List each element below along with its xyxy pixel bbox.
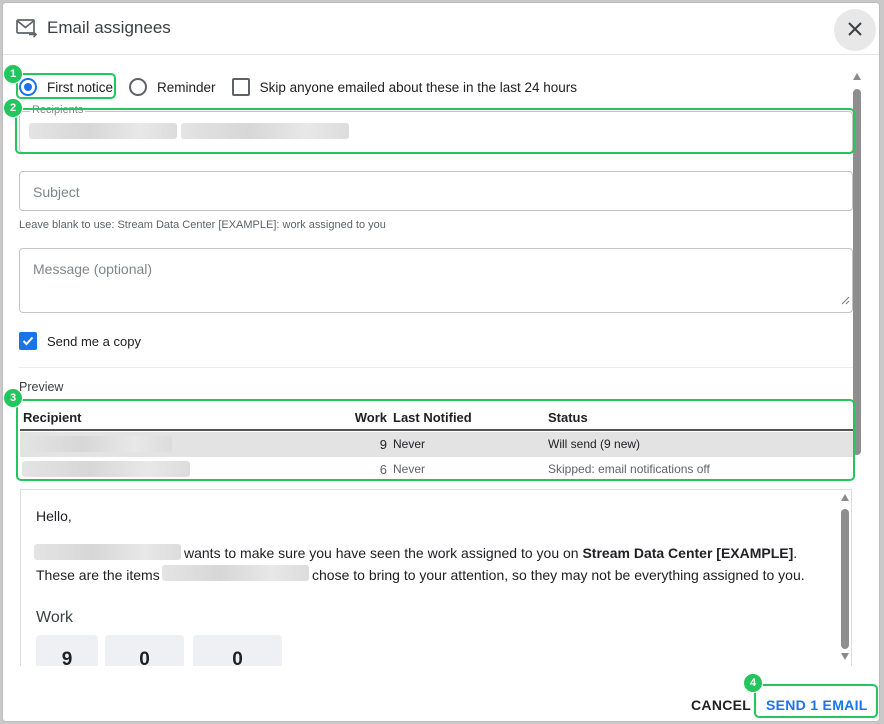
annotation-badge: 4 [743,673,763,693]
email-line1-text: wants to make sure you have seen the wor… [184,545,579,561]
close-button[interactable] [834,9,876,51]
skip-recent-label: Skip anyone emailed about these in the l… [259,79,578,95]
sender-name [162,565,309,581]
recipient-name [22,461,190,477]
status: Will send (9 new) [548,437,641,451]
send-email-button[interactable]: SEND 1 EMAIL [760,696,874,714]
scroll-up-icon[interactable] [841,494,849,501]
work-heading: Work [36,609,74,626]
subject-field[interactable]: Subject [19,171,853,211]
recipient-chip[interactable] [29,123,177,139]
cancel-button[interactable]: CANCEL [685,696,757,714]
table-row[interactable]: 9 Never Will send (9 new) [20,432,854,457]
work-count: 9 [379,437,387,452]
message-field[interactable]: Message (optional) [19,248,853,313]
message-placeholder: Message (optional) [33,261,153,277]
email-preview-scrollbar[interactable] [839,491,851,663]
reminder-label: Reminder [157,79,216,95]
status: Skipped: email notifications off [548,462,710,476]
scroll-up-icon[interactable] [853,73,861,80]
scroll-thumb[interactable] [841,509,849,649]
email-line2-end: chose to bring to your attention, so the… [312,567,805,583]
last-notified: Never [393,437,426,451]
mail-forward-icon [16,18,38,43]
divider [19,367,853,368]
close-icon [847,21,863,40]
recipient-name [22,436,172,452]
notice-options: First notice Reminder Skip anyone emaile… [19,75,593,99]
email-line1-end: . [793,545,798,561]
annotation-badge: 3 [3,388,23,408]
scroll-down-icon[interactable] [841,653,849,660]
col-work: Work [354,410,387,425]
sender-name [34,544,181,560]
send-copy-row: Send me a copy [19,332,157,350]
email-site-name: Stream Data Center [EXAMPLE] [582,545,794,561]
recipients-label: Recipients [30,104,86,116]
skip-recent-checkbox[interactable] [231,78,250,96]
col-status: Status [548,410,588,425]
email-greeting: Hello, [36,508,72,524]
col-recipient: Recipient [23,410,82,425]
send-copy-label: Send me a copy [47,333,141,349]
annotation-badge: 1 [3,64,23,84]
resize-handle-icon[interactable] [841,292,850,310]
send-copy-checkbox[interactable] [19,332,37,350]
email-line1: wants to make sure you have seen the wor… [184,545,797,561]
reminder-radio[interactable] [129,78,148,96]
annotation-badge: 2 [3,98,23,118]
email-assignees-dialog: Email assignees First notice Reminder Sk… [2,2,880,722]
col-last-notified: Last Notified [393,410,472,425]
dialog-scrollbar[interactable] [851,69,863,661]
subject-hint: Leave blank to use: Stream Data Center [… [19,219,386,231]
scroll-thumb[interactable] [853,89,861,455]
last-notified: Never [393,462,426,476]
subject-placeholder: Subject [33,184,80,200]
dialog-title: Email assignees [47,18,171,37]
first-notice-label: First notice [47,79,114,95]
email-line2-start: These are the items [36,567,160,583]
dialog-header: Email assignees [3,3,879,55]
first-notice-radio[interactable] [19,78,37,96]
work-count: 6 [379,462,387,477]
table-row[interactable]: 6 Never Skipped: email notifications off [20,457,854,482]
table-header: Recipient Work Last Notified Status [20,407,854,431]
preview-label: Preview [19,380,64,394]
recipient-chip[interactable] [181,123,349,139]
